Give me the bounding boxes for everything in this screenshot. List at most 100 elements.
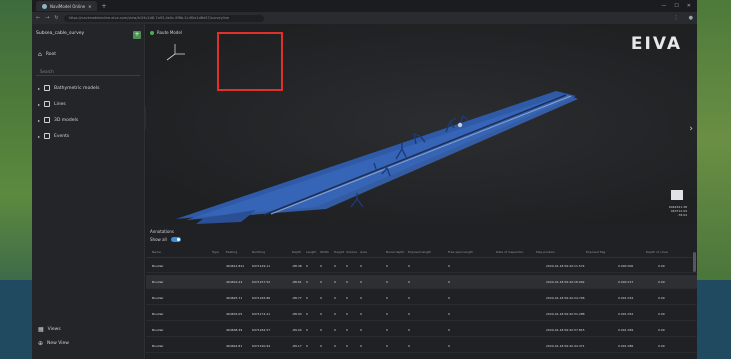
browser-tab-strip: NaviModel Online ✕ + — ☐ ✕ [32,0,697,12]
sidebar-item-label: Events [54,133,70,139]
close-window-icon[interactable]: ✕ [687,3,691,9]
table-cell: Boulder [152,280,164,284]
layer-icon [44,117,51,123]
table-cell: Boulder [152,312,164,316]
new-tab-icon[interactable]: + [101,3,106,10]
table-cell: 464638.39 [226,328,243,332]
sidebar-group-bathymetric-models[interactable]: ▸ Bathymetric models [38,85,99,91]
seabed-surface [176,91,576,219]
column-header[interactable]: Type [212,250,219,254]
table-row[interactable]: Boulder 464644.81 6471190.94 -89.17 0 0 0 0 0 0 0 0… [146,339,697,353]
table-cell: 0 [448,280,450,284]
back-icon[interactable]: ← [36,15,40,21]
table-cell: 0 [334,328,336,332]
column-header[interactable]: Depth of cover [646,250,668,254]
tab-close-icon[interactable]: ✕ [88,4,91,9]
sidebar-item-new-view[interactable]: ⊕ New View [38,340,69,347]
chevron-right-icon[interactable]: ▸ [38,134,40,139]
add-layer-button[interactable]: + [133,31,141,39]
table-cell: 0 [306,328,308,332]
chevron-right-icon[interactable]: ▸ [38,102,40,107]
project-title: Subsea_cable_survey [36,31,85,36]
table-cell: 0 [360,264,362,268]
column-header[interactable]: Northing [252,250,265,254]
table-row[interactable]: Boulder 464632.05 6471174.21 -88.93 0 0 0 0 0 0 0 0… [146,307,697,321]
sidebar-item-views[interactable]: ▦ Views [38,326,61,333]
table-cell: 464644.81 [226,344,243,348]
maximize-icon[interactable]: ☐ [674,3,678,9]
column-header[interactable]: Depth [292,250,301,254]
panel-expand-icon[interactable]: › [689,124,693,134]
forward-icon[interactable]: → [45,15,49,21]
model-status-label: Route Model [157,30,182,35]
column-header[interactable]: Exposed length [408,250,431,254]
layer-icon [44,85,51,91]
column-header[interactable]: Easting [226,250,237,254]
search-input[interactable]: Search [36,67,140,76]
table-cell: 0.00 [658,264,665,268]
column-header[interactable]: Height [334,250,344,254]
table-cell: -88.61 [292,280,302,284]
column-header[interactable]: Name [152,250,161,254]
column-header[interactable]: Volume [346,250,357,254]
column-header[interactable]: Date of inspection [496,250,523,254]
table-cell: 0 [408,296,410,300]
3d-viewport[interactable]: Route Model EIVA › 6462321.38 463712.09 … [146,24,697,225]
highlight-box [217,32,283,91]
profile-icon[interactable]: ● [689,15,693,21]
table-row[interactable]: Boulder 464625.71 6471165.86 -88.77 0 0 0 0 0 0 0 0… [146,291,697,305]
table-cell: 0 [386,312,388,316]
browser-tab[interactable]: NaviModel Online ✕ [36,1,98,11]
column-header[interactable]: Length [306,250,316,254]
table-cell: 464612.841 [226,264,245,268]
table-scrollbar[interactable] [693,252,696,272]
table-cell: 2024-01-18 09:42:37.815 [546,328,585,332]
sidebar-group-lines[interactable]: ▸ Lines [38,101,66,107]
layer-icon [44,101,51,107]
chevron-right-icon[interactable]: ▸ [38,86,40,91]
sidebar-group-3d-models[interactable]: ▸ 3D models [38,117,78,123]
minimize-icon[interactable]: — [661,3,666,9]
table-row[interactable]: Boulder 464619.24 6471157.52 -88.61 0 0 0 0 0 0 0 0… [146,275,697,289]
table-cell: 0 [448,296,450,300]
table-cell: 0 [448,328,450,332]
table-cell: -88.93 [292,312,302,316]
annotations-panel: Annotations Show all Name Type Easting Nort… [146,225,697,359]
status-dot-icon [150,30,154,35]
table-cell: 0 [346,280,348,284]
column-header[interactable]: Area [360,250,367,254]
column-header[interactable]: Exposed flag [586,250,605,254]
table-cell: 0 [346,328,348,332]
column-header[interactable]: Width [320,250,329,254]
table-row[interactable]: Boulder 464638.39 6471182.57 -89.04 0 0 0 0 0 0 0 0… [146,323,697,337]
compass-icon[interactable] [671,190,683,200]
column-header[interactable]: Free span length [448,250,473,254]
table-cell: 0 [306,264,308,268]
sidebar-group-events[interactable]: ▸ Events [38,133,69,139]
reload-icon[interactable]: ↻ [54,15,58,21]
table-cell: 0 [346,312,348,316]
axis-gizmo-icon[interactable] [163,42,187,66]
sidebar-item-label: 3D models [54,117,79,123]
address-bar[interactable]: https://navimodelonline.eiva.com/view/b1… [63,14,264,22]
layer-icon [44,133,51,139]
add-view-icon: ⊕ [38,340,44,347]
show-all-toggle-row: Show all [150,237,181,242]
table-cell: Boulder [152,328,164,332]
column-header[interactable]: Burial depth [386,250,404,254]
table-cell: 0 [360,328,362,332]
chevron-right-icon[interactable]: ▸ [38,118,40,123]
table-cell: 6471190.94 [252,344,271,348]
extensions-icon[interactable]: ⋮ [674,15,679,21]
column-header[interactable]: Pipe position [536,250,555,254]
table-cell: 0 [320,312,322,316]
show-all-toggle[interactable] [170,237,181,242]
sidebar-item-root[interactable]: ⌂ Root [38,51,56,58]
table-cell: 6471157.52 [252,280,271,284]
views-icon: ▦ [38,326,44,333]
selected-event-marker[interactable] [457,122,463,128]
table-cell: 0 [360,296,362,300]
table-cell: -88.77 [292,296,302,300]
table-row[interactable]: Boulder 464612.841 6471149.11 -88.48 0 0 0 0 0 0 0… [146,259,697,273]
table-cell: 0 [334,344,336,348]
